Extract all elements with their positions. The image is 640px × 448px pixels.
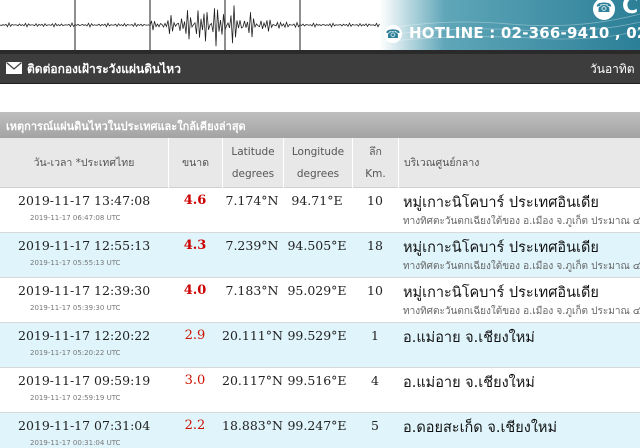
region-link[interactable]: อ.แม่อาย จ.เชียงใหม่ [403, 326, 535, 349]
region-link[interactable]: หมู่เกาะนิโคบาร์ ประเทศอินเดีย [403, 236, 599, 259]
header-longitude: Longitude degrees [283, 138, 352, 188]
datetime-thai: 2019-11-17 12:39:30 [18, 283, 151, 298]
depth-value: 1 [371, 328, 379, 343]
table-row[interactable]: 2019-11-17 12:20:22 2019-11-17 05:20:22 … [0, 323, 640, 368]
contact-link[interactable]: ติดต่อกองเฝ้าระวังแผ่นดินไหว [27, 60, 181, 79]
header-latitude: Latitude degrees [222, 138, 283, 188]
table-row[interactable]: 2019-11-17 12:55:13 2019-11-17 05:55:13 … [0, 233, 640, 278]
magnitude-value: 2.9 [184, 328, 206, 343]
table-row[interactable]: 2019-11-17 09:59:19 2019-11-17 02:59:19 … [0, 368, 640, 413]
magnitude-value: 4.6 [183, 193, 207, 208]
datetime-thai: 2019-11-17 12:20:22 [18, 328, 151, 343]
datetime-utc: 2019-11-17 06:47:08 UTC [30, 214, 121, 222]
longitude-value: 94.71°E [291, 193, 343, 208]
datetime-thai: 2019-11-17 07:31:04 [18, 418, 151, 433]
depth-value: 18 [367, 238, 383, 253]
table-header: วัน-เวลา *ประเทศไทย ขนาด Latitude degree… [0, 138, 640, 188]
latitude-value: 7.174°N [225, 193, 279, 208]
region-description: ทางทิศตะวันตกเฉียงใต้ของ อ.เมือง จ.ภูเก็… [403, 216, 640, 227]
magnitude-value: 3.0 [184, 373, 206, 388]
header-depth: ลึก Km. [352, 138, 398, 188]
depth-value: 4 [371, 373, 379, 388]
latitude-value: 7.183°N [225, 283, 279, 298]
magnitude-value: 2.2 [184, 418, 206, 433]
table-row[interactable]: 2019-11-17 13:47:08 2019-11-17 06:47:08 … [0, 188, 640, 233]
datetime-utc: 2019-11-17 05:20:22 UTC [30, 349, 121, 357]
datetime-thai: 2019-11-17 12:55:13 [18, 238, 151, 253]
depth-value: 10 [367, 193, 383, 208]
depth-value: 10 [367, 283, 383, 298]
contact-bar: ติดต่อกองเฝ้าระวังแผ่นดินไหว วันอาทิต [0, 54, 640, 84]
datetime-utc: 2019-11-17 05:39:30 UTC [30, 304, 121, 312]
hotline-number[interactable]: HOTLINE : 02-366-9410 , 02- [409, 24, 640, 42]
longitude-value: 99.529°E [287, 328, 347, 343]
latitude-value: 18.883°N [222, 418, 283, 433]
header-region: บริเวณศูนย์กลาง [398, 138, 640, 188]
table-row[interactable]: 2019-11-17 12:39:30 2019-11-17 05:39:30 … [0, 278, 640, 323]
region-link[interactable]: หมู่เกาะนิโคบาร์ ประเทศอินเดีย [403, 281, 599, 304]
datetime-utc: 2019-11-17 05:55:13 UTC [30, 259, 121, 267]
datetime-utc: 2019-11-17 00:31:04 UTC [30, 439, 121, 447]
longitude-value: 99.516°E [287, 373, 347, 388]
magnitude-value: 4.0 [183, 283, 207, 298]
section-header: เหตุการณ์แผ่นดินไหวในประเทศและใกล้เคียงล… [0, 112, 640, 138]
region-link[interactable]: อ.ดอยสะเก็ด จ.เชียงใหม่ [403, 416, 557, 439]
region-link[interactable]: หมู่เกาะนิโคบาร์ ประเทศอินเดีย [403, 191, 599, 214]
latitude-value: 7.239°N [225, 238, 279, 253]
phone-icon: ☎ [384, 25, 402, 43]
longitude-value: 99.247°E [287, 418, 347, 433]
region-description: ทางทิศตะวันตกเฉียงใต้ของ อ.เมือง จ.ภูเก็… [403, 261, 640, 272]
magnitude-value: 4.3 [183, 238, 207, 253]
longitude-value: 94.505°E [287, 238, 347, 253]
banner-logo-letter: C [622, 0, 639, 19]
seismogram-graphic [0, 0, 380, 50]
latitude-value: 20.117°N [222, 373, 283, 388]
current-date: วันอาทิต [590, 62, 635, 76]
section-title: เหตุการณ์แผ่นดินไหวในประเทศและใกล้เคียงล… [6, 120, 246, 133]
latitude-value: 20.111°N [222, 328, 283, 343]
longitude-value: 95.029°E [287, 283, 347, 298]
spacer [0, 84, 640, 112]
region-description: ทางทิศตะวันตกเฉียงใต้ของ อ.เมือง จ.ภูเก็… [403, 306, 640, 317]
header-magnitude: ขนาด [168, 138, 222, 188]
earthquake-table: วัน-เวลา *ประเทศไทย ขนาด Latitude degree… [0, 138, 640, 448]
datetime-thai: 2019-11-17 13:47:08 [18, 193, 151, 208]
site-banner: ☎ C ☎ HOTLINE : 02-366-9410 , 02- [0, 0, 640, 50]
depth-value: 5 [371, 418, 379, 433]
datetime-thai: 2019-11-17 09:59:19 [18, 373, 151, 388]
region-link[interactable]: อ.แม่อาย จ.เชียงใหม่ [403, 371, 535, 394]
mail-icon [6, 62, 22, 74]
table-row[interactable]: 2019-11-17 07:31:04 2019-11-17 00:31:04 … [0, 413, 640, 448]
datetime-utc: 2019-11-17 02:59:19 UTC [30, 394, 121, 402]
header-datetime: วัน-เวลา *ประเทศไทย [33, 157, 135, 169]
